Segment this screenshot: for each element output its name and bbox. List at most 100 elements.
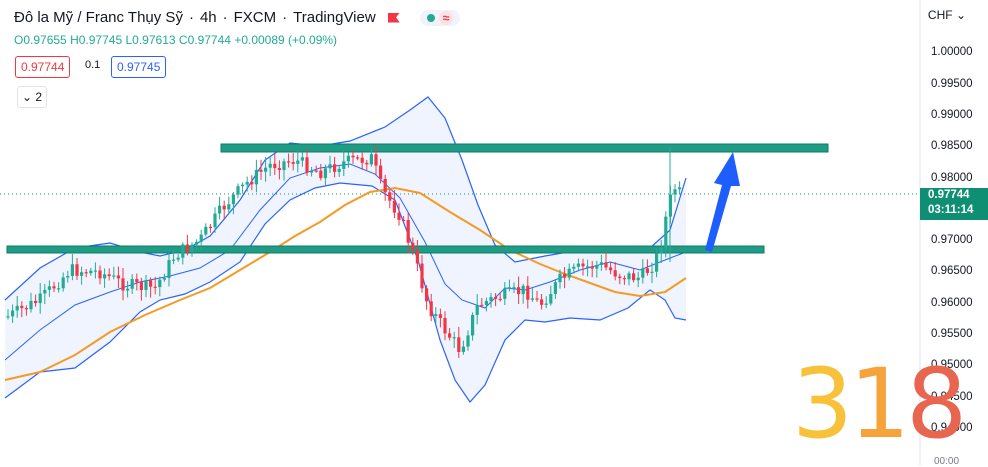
candle-body (553, 282, 557, 295)
candle-body (448, 333, 452, 338)
candle-body (471, 314, 475, 336)
candle-body (52, 286, 56, 289)
price-tick-label: 1.00000 (931, 46, 973, 58)
chevron-down-icon: ⌄ (955, 8, 966, 22)
candle-countdown: 03:11:14 (928, 204, 974, 216)
candle-body (305, 157, 309, 173)
symbol-title[interactable]: Đô la Mỹ / Franc Thụy Sỹ (14, 9, 183, 26)
market-status-pill[interactable]: ≈ (419, 9, 461, 26)
candle-body (319, 170, 323, 179)
change-value: +0.00089 (+0.09%) (234, 33, 338, 47)
candle-body (558, 273, 562, 283)
candle-body (287, 161, 291, 163)
current-price-label: 0.97744 03:11:14 (920, 188, 988, 220)
candle-body (213, 213, 217, 228)
candle-body (632, 273, 636, 281)
candle-body (208, 226, 212, 228)
candle-body (563, 273, 567, 278)
source-label: TradingView (293, 9, 376, 26)
candle-body (645, 268, 649, 273)
wave-icon: ≈ (438, 10, 454, 25)
candle-body (429, 301, 433, 317)
candle-body (540, 299, 544, 305)
candle-body (66, 276, 70, 278)
market-open-dot-icon (426, 13, 435, 22)
candle-body (227, 204, 231, 210)
candle-body (659, 248, 663, 254)
candle-body (581, 263, 585, 267)
candle-body (379, 165, 383, 179)
indicator-count: 2 (35, 90, 43, 104)
flag-icon[interactable] (387, 12, 400, 23)
candle-body (89, 270, 93, 274)
candle-body (20, 305, 24, 309)
chevron-down-icon: ⌄ (21, 90, 33, 104)
ohlc-legend: O0.97655 H0.97745 L0.97613 C0.97744 +0.0… (14, 33, 337, 47)
candle-body (549, 294, 553, 304)
candle-body (397, 212, 401, 220)
currency-dropdown[interactable]: CHF ⌄ (928, 8, 966, 22)
candle-body (475, 304, 479, 315)
candle-body (153, 286, 157, 288)
candle-body (609, 267, 613, 271)
candle-body (655, 253, 659, 272)
candle-body (356, 157, 360, 159)
candle-body (222, 205, 226, 210)
candle-body (590, 266, 594, 269)
high-value: 0.97745 (78, 33, 123, 47)
candle-body (664, 216, 668, 249)
candle-body (466, 335, 470, 347)
candle-body (498, 298, 502, 301)
candle-body (402, 219, 406, 222)
candle-body (126, 288, 130, 291)
candle-body (144, 280, 148, 290)
price-tick-label: 0.97000 (931, 234, 973, 246)
candle-body (618, 276, 622, 279)
spread-value: 0.1 (85, 59, 101, 71)
candle-body (43, 289, 47, 294)
buy-price-button[interactable]: 0.97745 (111, 56, 167, 78)
candle-body (323, 168, 327, 179)
candle-body (406, 220, 410, 243)
candle-body (121, 278, 125, 291)
candle-body (443, 317, 447, 334)
price-tick-label: 0.99500 (931, 78, 973, 90)
candle-body (434, 314, 438, 317)
candle-body (291, 162, 295, 164)
candle-body (116, 275, 120, 279)
candle-body (176, 257, 180, 260)
candle-body (604, 262, 608, 268)
candle-body (310, 170, 314, 173)
candle-body (273, 163, 277, 169)
price-tick-label: 0.96000 (931, 297, 973, 309)
candle-body (135, 279, 139, 283)
open-value: 0.97655 (23, 33, 67, 47)
timeframe-label[interactable]: 4h (200, 9, 217, 26)
candle-body (328, 164, 332, 169)
candle-body (167, 260, 171, 279)
candle-body (185, 244, 189, 253)
sell-price-button[interactable]: 0.97744 (15, 56, 71, 78)
candle-body (420, 263, 424, 289)
candle-body (84, 272, 88, 274)
separator: · (188, 9, 194, 26)
candle-body (452, 337, 456, 339)
indicators-collapse-button[interactable]: ⌄ 2 (17, 86, 47, 108)
candle-body (103, 274, 107, 279)
candle-body (98, 270, 102, 279)
candle-body (673, 189, 677, 195)
candle-body (15, 305, 19, 311)
candle-body (438, 314, 442, 318)
candle-body (627, 273, 631, 280)
symbol-header[interactable]: Đô la Mỹ / Franc Thụy Sỹ · 4h · FXCM · T… (14, 9, 461, 26)
candle-body (204, 226, 208, 235)
candle-body (461, 346, 465, 352)
candle-body (586, 266, 590, 268)
candle-body (383, 178, 387, 193)
candle-body (650, 271, 654, 273)
candle-body (172, 259, 176, 261)
watermark-digit: 8 (906, 348, 967, 460)
candle-body (337, 168, 341, 172)
candle-body (199, 234, 203, 242)
time-axis-label: 00:00 (934, 456, 960, 467)
